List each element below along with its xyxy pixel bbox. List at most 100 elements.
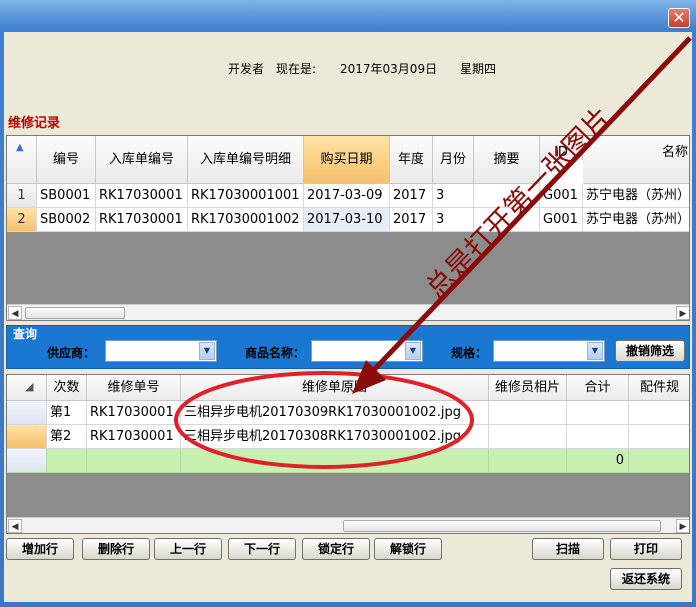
cell-purchase-date[interactable]: 2017-03-09 [304, 184, 390, 208]
cell-technician-photo[interactable] [489, 401, 567, 425]
cell-id[interactable]: SB0001 [37, 184, 96, 208]
col-header-month[interactable]: 月份 [433, 136, 474, 184]
product-select[interactable]: ▼ [311, 340, 423, 362]
sum-cell [181, 449, 489, 473]
next-row-button[interactable]: 下一行 [228, 538, 296, 560]
scan-button[interactable]: 扫描 [532, 538, 604, 560]
cell-inbound-detail[interactable]: RK17030001001 [188, 184, 304, 208]
grid1-header: ▲ 编号 入库单编号 入库单编号明细 购买日期 年度 月份 摘要 ID 名称 [7, 136, 689, 184]
scroll-right-icon[interactable]: ▶ [676, 306, 689, 320]
chevron-down-icon[interactable]: ▼ [405, 342, 421, 360]
sum-cell [47, 449, 87, 473]
scroll-thumb[interactable] [343, 520, 661, 532]
col-header-repair-image[interactable]: 维修单原图 [181, 375, 489, 401]
table-row[interactable]: 2 SB0002 RK17030001 RK17030001002 2017-0… [7, 208, 689, 232]
grid1-corner[interactable]: ▲ [7, 136, 37, 184]
cell-times[interactable]: 第2 [47, 425, 87, 449]
sum-cell [489, 449, 567, 473]
cell-supplier-id[interactable]: G001 [540, 184, 583, 208]
grid2-corner[interactable]: ◢ [7, 375, 47, 401]
cell-inbound-no[interactable]: RK17030001 [96, 184, 188, 208]
main-window: ✕ 开发者 现在是: 2017年03月09日 星期四 维修记录 ▲ 编号 入库单… [0, 0, 696, 607]
cell-total[interactable] [567, 425, 629, 449]
scroll-left-icon[interactable]: ◀ [8, 519, 22, 533]
row-header[interactable] [7, 425, 47, 449]
cell-month[interactable]: 3 [433, 184, 474, 208]
table-row[interactable]: 第1 RK17030001 三相异步电机20170309RK1703000100… [7, 401, 689, 425]
col-header-supplier-id[interactable]: ID [540, 136, 583, 160]
cell-repair-image[interactable]: 三相异步电机20170308RK17030001002.jpg [181, 425, 489, 449]
sum-cell [87, 449, 181, 473]
row-header[interactable] [7, 401, 47, 425]
lock-row-button[interactable]: 锁定行 [302, 538, 370, 560]
cell-inbound-detail[interactable]: RK17030001002 [188, 208, 304, 232]
scroll-right-icon[interactable]: ▶ [676, 519, 689, 533]
current-weekday: 星期四 [460, 62, 497, 76]
row-header [7, 449, 47, 473]
current-date: 2017年03月09日 [340, 62, 438, 76]
cell-purchase-date[interactable]: 2017-03-10 [304, 208, 390, 232]
supplier-select[interactable]: ▼ [105, 340, 217, 362]
cell-inbound-no[interactable]: RK17030001 [96, 208, 188, 232]
print-button[interactable]: 打印 [610, 538, 682, 560]
cell-repair-no[interactable]: RK17030001 [87, 425, 181, 449]
col-header-name[interactable]: 名称 [583, 136, 689, 184]
delete-row-button[interactable]: 删除行 [82, 538, 150, 560]
cell-supplier-name[interactable]: 苏宁电器（苏州） [583, 184, 689, 208]
table-row[interactable]: 第2 RK17030001 三相异步电机20170308RK1703000100… [7, 425, 689, 449]
cell-summary[interactable] [474, 208, 540, 232]
col-header-year[interactable]: 年度 [390, 136, 433, 184]
status-header: 开发者 现在是: 2017年03月09日 星期四 [4, 60, 692, 78]
prev-row-button[interactable]: 上一行 [154, 538, 222, 560]
cell-year[interactable]: 2017 [390, 208, 433, 232]
cell-repair-image[interactable]: 三相异步电机20170309RK17030001002.jpg [181, 401, 489, 425]
col-header-summary[interactable]: 摘要 [474, 136, 540, 184]
repair-images-grid[interactable]: ◢ 次数 维修单号 维修单原图 维修员相片 合计 配件规 第1 RK170300… [6, 374, 690, 534]
close-button[interactable]: ✕ [668, 8, 690, 28]
spec-select[interactable]: ▼ [493, 340, 605, 362]
scroll-left-icon[interactable]: ◀ [8, 306, 22, 320]
title-bar: ✕ [0, 0, 696, 32]
sum-cell [629, 449, 689, 473]
col-header-purchase-date[interactable]: 购买日期 [304, 136, 390, 184]
query-panel: 查询 供应商： ▼ 商品名称： ▼ 规格： ▼ 撤销筛选 [6, 325, 690, 369]
cell-repair-no[interactable]: RK17030001 [87, 401, 181, 425]
cell-technician-photo[interactable] [489, 425, 567, 449]
sort-icon: ▲ [16, 142, 24, 153]
chevron-down-icon[interactable]: ▼ [199, 342, 215, 360]
cell-month[interactable]: 3 [433, 208, 474, 232]
client-area: 开发者 现在是: 2017年03月09日 星期四 维修记录 ▲ 编号 入库单编号… [4, 32, 692, 602]
cell-parts-spec[interactable] [629, 425, 689, 449]
col-header-technician-photo[interactable]: 维修员相片 [489, 375, 567, 401]
grid2-hscrollbar[interactable]: ◀ ▶ [7, 517, 689, 533]
col-header-inbound-detail[interactable]: 入库单编号明细 [188, 136, 304, 184]
cell-summary[interactable] [474, 184, 540, 208]
col-header-repair-no[interactable]: 维修单号 [87, 375, 181, 401]
add-row-button[interactable]: 增加行 [6, 538, 74, 560]
repair-records-grid[interactable]: ▲ 编号 入库单编号 入库单编号明细 购买日期 年度 月份 摘要 ID 名称 1… [6, 135, 690, 321]
query-legend: 查询 [13, 327, 38, 341]
cell-parts-spec[interactable] [629, 401, 689, 425]
col-header-times[interactable]: 次数 [47, 375, 87, 401]
return-system-button[interactable]: 返还系统 [610, 568, 682, 590]
cell-total[interactable] [567, 401, 629, 425]
cell-supplier-id[interactable]: G001 [540, 208, 583, 232]
cell-supplier-name[interactable]: 苏宁电器（苏州） [583, 208, 689, 232]
col-header-total[interactable]: 合计 [567, 375, 629, 401]
cancel-filter-button[interactable]: 撤销筛选 [615, 340, 685, 362]
scroll-thumb[interactable] [25, 307, 125, 319]
summary-row: 0 [7, 449, 689, 473]
col-header-parts-spec[interactable]: 配件规 [629, 375, 689, 401]
grid1-hscrollbar[interactable]: ◀ ▶ [7, 304, 689, 320]
cell-year[interactable]: 2017 [390, 184, 433, 208]
sum-total: 0 [567, 449, 629, 473]
section-title: 维修记录 [8, 116, 61, 131]
cell-id[interactable]: SB0002 [37, 208, 96, 232]
chevron-down-icon[interactable]: ▼ [587, 342, 603, 360]
unlock-row-button[interactable]: 解锁行 [374, 538, 442, 560]
col-header-id[interactable]: 编号 [37, 136, 96, 184]
table-row[interactable]: 1 SB0001 RK17030001 RK17030001001 2017-0… [7, 184, 689, 208]
cell-times[interactable]: 第1 [47, 401, 87, 425]
row-number: 2 [7, 208, 37, 232]
col-header-inbound-no[interactable]: 入库单编号 [96, 136, 188, 184]
